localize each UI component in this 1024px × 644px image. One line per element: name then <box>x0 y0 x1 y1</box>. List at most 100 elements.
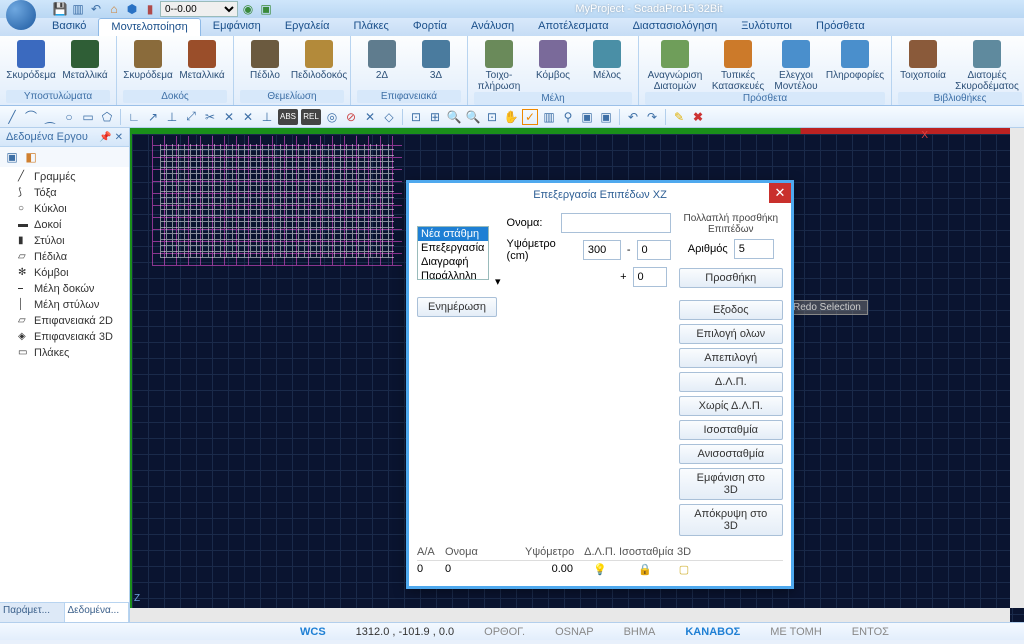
tool-rect-icon[interactable]: ▭ <box>80 109 96 125</box>
tree-beams[interactable]: ▬Δοκοί <box>2 217 127 233</box>
tool-target-icon[interactable]: ◎ <box>324 109 340 125</box>
btn-surface-2d[interactable]: 2Δ <box>357 38 407 81</box>
level-uneq-button[interactable]: Ανισοσταθμία <box>679 444 783 464</box>
no-dlp-button[interactable]: Χωρίς Δ.Λ.Π. <box>679 396 783 416</box>
tool-abs-icon[interactable]: ABS <box>278 109 298 125</box>
floorplan-drawing[interactable] <box>152 136 402 266</box>
sb-inside[interactable]: ΕΝΤΟΣ <box>852 626 889 638</box>
tool-zoomin-icon[interactable]: 🔍 <box>446 109 462 125</box>
tool-x1-icon[interactable]: ✕ <box>221 109 237 125</box>
btn-model-checks[interactable]: Ελεγχοι Μοντέλου <box>771 38 821 92</box>
tab-slabs[interactable]: Πλάκες <box>341 18 400 36</box>
tool-cut-icon[interactable]: ✂ <box>202 109 218 125</box>
panel-tool2-icon[interactable]: ◧ <box>23 149 39 165</box>
select-all-button[interactable]: Επιλογή ολων <box>679 324 783 344</box>
panel-tab-params[interactable]: Παράμετ... <box>0 603 65 622</box>
tree-column-members[interactable]: │Μέλη στύλων <box>2 297 127 313</box>
tool-zoomext-icon[interactable]: ⊞ <box>427 109 443 125</box>
tree-circles[interactable]: ○Κύκλοι <box>2 201 127 217</box>
lock-icon[interactable]: 🔒 <box>619 563 671 576</box>
tree-slabs[interactable]: ▭Πλάκες <box>2 345 127 361</box>
tab-modeling[interactable]: Μοντελοποίηση <box>98 18 200 36</box>
sb-osnap[interactable]: OSNAP <box>555 626 594 638</box>
tool-zoomout-icon[interactable]: 🔍 <box>465 109 481 125</box>
sb-step[interactable]: ΒΗΜΑ <box>624 626 656 638</box>
tree-arcs[interactable]: ⟆Τόξα <box>2 185 127 201</box>
tab-results[interactable]: Αποτέλεσματα <box>526 18 620 36</box>
btn-typical-structures[interactable]: Τυπικές Κατασκευές <box>709 38 767 92</box>
tool-poly-icon[interactable]: ⬠ <box>99 109 115 125</box>
btn-concrete-sections[interactable]: Διατομές Σκυροδέματος <box>952 38 1022 92</box>
tree-columns[interactable]: ▮Στύλοι <box>2 233 127 249</box>
tool-arc-icon[interactable]: ⌒ <box>23 109 39 125</box>
bulb-icon[interactable]: 💡 <box>581 563 619 576</box>
deselect-button[interactable]: Απεπιλογή <box>679 348 783 368</box>
qat-columns-icon[interactable]: ▥ <box>70 1 86 17</box>
panel-pin-icon[interactable]: 📌 ✕ <box>99 132 123 143</box>
qat-undo-icon[interactable]: ↶ <box>88 1 104 17</box>
tool-line-icon[interactable]: ╱ <box>4 109 20 125</box>
tool-pan-icon[interactable]: ✋ <box>503 109 519 125</box>
btn-footing[interactable]: Πέδιλο <box>240 38 290 81</box>
height-input[interactable] <box>583 240 621 260</box>
tool-mid-icon[interactable]: ◇ <box>381 109 397 125</box>
tool-snap2-icon[interactable]: ↗ <box>145 109 161 125</box>
square-icon[interactable]: ▢ <box>671 563 697 576</box>
add-button[interactable]: Προσθήκη <box>679 268 783 288</box>
tool-view2-icon[interactable]: ▣ <box>598 109 614 125</box>
btn-column-steel[interactable]: Μεταλλικά <box>60 38 110 81</box>
btn-node[interactable]: Κόμβος <box>528 38 578 81</box>
btn-section-recognition[interactable]: Αναγνώριση Διατομών <box>645 38 705 92</box>
sb-ortho[interactable]: ΟΡΘΟΓ. <box>484 626 525 638</box>
app-orb[interactable] <box>6 0 36 30</box>
tool-x2-icon[interactable]: ✕ <box>240 109 256 125</box>
qat-book-icon[interactable]: ▮ <box>142 1 158 17</box>
wcs-label[interactable]: WCS <box>300 626 326 638</box>
hide-3d-button[interactable]: Απόκρυψη στο 3D <box>679 504 783 536</box>
qat-play-icon[interactable]: ▣ <box>258 1 274 17</box>
tree-surf3d[interactable]: ◈Επιφανειακά 3D <box>2 329 127 345</box>
exit-button[interactable]: Εξοδος <box>679 300 783 320</box>
btn-beam-concrete[interactable]: Σκυρόδεμα <box>123 38 173 81</box>
show-3d-button[interactable]: Εμφάνιση στο 3D <box>679 468 783 500</box>
btn-beam-steel[interactable]: Μεταλλικά <box>177 38 227 81</box>
tab-formwork[interactable]: Ξυλότυποι <box>729 18 804 36</box>
tab-loads[interactable]: Φορτία <box>401 18 459 36</box>
tool-zoomwin-icon[interactable]: ⊡ <box>408 109 424 125</box>
tool-nosnap-icon[interactable]: ⊘ <box>343 109 359 125</box>
sb-grid[interactable]: ΚΑΝΑΒΟΣ <box>685 626 740 638</box>
tool-snap1-icon[interactable]: ∟ <box>126 109 142 125</box>
tool-brush-icon[interactable]: ✎ <box>671 109 687 125</box>
btn-strip-footing[interactable]: Πεδιλοδοκός <box>294 38 344 81</box>
btn-member[interactable]: Μέλος <box>582 38 632 81</box>
qat-globe-icon[interactable]: ◉ <box>240 1 256 17</box>
level-action-list[interactable]: Νέα στάθμη Επεξεργασία Διαγραφή Παράλληλ… <box>417 226 489 280</box>
tool-zoomall-icon[interactable]: ⊡ <box>484 109 500 125</box>
dropdown-arrow-icon[interactable]: ▾ <box>495 275 501 288</box>
qat-save-icon[interactable]: 💾 <box>52 1 68 17</box>
qat-home-icon[interactable]: ⌂ <box>106 1 122 17</box>
tab-display[interactable]: Εμφάνιση <box>201 18 273 36</box>
dialog-close-button[interactable]: ✕ <box>769 183 791 203</box>
qat-level-dropdown[interactable]: 0--0.00 <box>160 1 238 17</box>
tool-view1-icon[interactable]: ▣ <box>579 109 595 125</box>
tool-snap4-icon[interactable]: ⤢ <box>183 109 199 125</box>
btn-information[interactable]: Πληροφορίες <box>825 38 885 81</box>
tree-beam-members[interactable]: ⎯Μέλη δοκών <box>2 281 127 297</box>
canvas-vscroll[interactable] <box>1010 128 1024 608</box>
tool-ext-icon[interactable]: ✕ <box>362 109 378 125</box>
height-minus-input[interactable] <box>637 240 671 260</box>
panel-tab-data[interactable]: Δεδομένα... <box>65 603 130 622</box>
tool-close-icon[interactable]: ✖ <box>690 109 706 125</box>
tree-footings[interactable]: ⏥Πέδιλα <box>2 249 127 265</box>
tool-perp-icon[interactable]: ⊥ <box>259 109 275 125</box>
tool-check-icon[interactable]: ✓ <box>522 109 538 125</box>
tool-layers-icon[interactable]: ▥ <box>541 109 557 125</box>
sb-section[interactable]: ΜΕ ΤΟΜΗ <box>770 626 822 638</box>
tab-addons[interactable]: Πρόσθετα <box>804 18 877 36</box>
tool-polyline-icon[interactable]: ⁔ <box>42 109 58 125</box>
table-row[interactable]: 0 0 0.00 💡 🔒 ▢ <box>417 561 783 578</box>
tree-lines[interactable]: ╱Γραμμές <box>2 169 127 185</box>
tool-rel-icon[interactable]: REL <box>301 109 321 125</box>
tree-nodes[interactable]: ✻Κόμβοι <box>2 265 127 281</box>
